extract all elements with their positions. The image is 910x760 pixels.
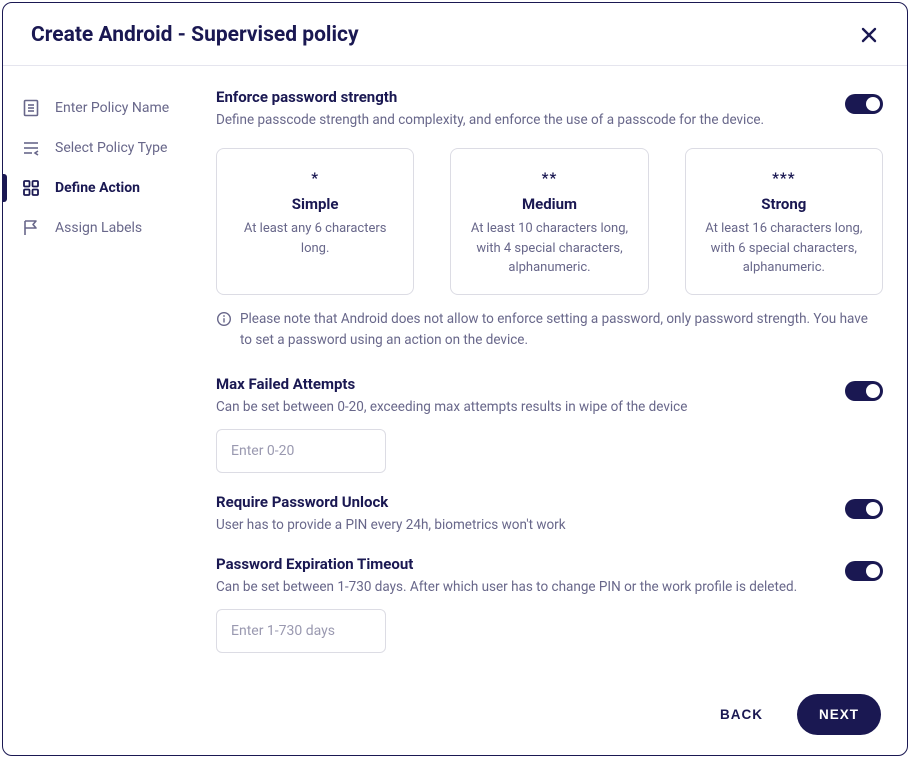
step-label: Enter Policy Name — [55, 100, 169, 116]
require-unlock-toggle[interactable] — [845, 499, 883, 519]
next-button[interactable]: NEXT — [797, 694, 881, 735]
strength-card-strong[interactable]: *** Strong At least 16 characters long, … — [685, 148, 883, 295]
step-label: Select Policy Type — [55, 140, 167, 156]
back-button[interactable]: BACK — [706, 697, 777, 732]
enforce-desc: Define passcode strength and complexity,… — [216, 110, 829, 130]
info-icon — [216, 311, 232, 351]
require-unlock-desc: User has to provide a PIN every 24h, bio… — [216, 515, 829, 535]
strength-cards: * Simple At least any 6 characters long.… — [216, 148, 883, 295]
card-desc: At least any 6 characters long. — [231, 219, 399, 258]
enforce-title: Enforce password strength — [216, 88, 829, 106]
step-label: Define Action — [55, 180, 140, 196]
step-select-policy-type[interactable]: Select Policy Type — [3, 128, 208, 168]
note-text: Please note that Android does not allow … — [240, 309, 883, 351]
modal-header: Create Android - Supervised policy — [3, 3, 907, 66]
card-stars: *** — [700, 169, 868, 187]
form-content: Enforce password strength Define passcod… — [208, 66, 907, 676]
list-arrow-icon — [21, 138, 41, 158]
card-desc: At least 10 characters long, with 4 spec… — [465, 219, 633, 278]
card-desc: At least 16 characters long, with 6 spec… — [700, 219, 868, 278]
expiration-desc: Can be set between 1-730 days. After whi… — [216, 577, 829, 597]
card-stars: ** — [465, 169, 633, 187]
close-icon — [859, 25, 879, 45]
section-password-expiration-timeout: Password Expiration Timeout Can be set b… — [216, 555, 883, 653]
card-name: Medium — [465, 195, 633, 213]
card-name: Simple — [231, 195, 399, 213]
password-note: Please note that Android does not allow … — [216, 309, 883, 351]
expiration-input[interactable] — [216, 609, 386, 653]
max-failed-desc: Can be set between 0-20, exceeding max a… — [216, 397, 829, 417]
card-stars: * — [231, 169, 399, 187]
section-require-password-unlock: Require Password Unlock User has to prov… — [216, 493, 883, 535]
strength-card-medium[interactable]: ** Medium At least 10 characters long, w… — [450, 148, 648, 295]
modal-footer: BACK NEXT — [3, 676, 907, 755]
section-enforce-password-strength: Enforce password strength Define passcod… — [216, 88, 883, 351]
require-unlock-title: Require Password Unlock — [216, 493, 829, 511]
steps-sidebar: Enter Policy Name Select Policy Type Def… — [3, 66, 208, 676]
step-define-action[interactable]: Define Action — [3, 168, 208, 208]
modal: Create Android - Supervised policy Enter… — [2, 2, 908, 756]
strength-card-simple[interactable]: * Simple At least any 6 characters long. — [216, 148, 414, 295]
close-button[interactable] — [859, 25, 879, 45]
expiration-title: Password Expiration Timeout — [216, 555, 829, 573]
document-icon — [21, 98, 41, 118]
modal-title: Create Android - Supervised policy — [31, 23, 359, 47]
enforce-toggle[interactable] — [845, 94, 883, 114]
card-name: Strong — [700, 195, 868, 213]
max-failed-title: Max Failed Attempts — [216, 375, 829, 393]
section-max-failed-attempts: Max Failed Attempts Can be set between 0… — [216, 375, 883, 473]
grid-icon — [21, 178, 41, 198]
modal-body: Enter Policy Name Select Policy Type Def… — [3, 66, 907, 676]
max-failed-input[interactable] — [216, 429, 386, 473]
step-assign-labels[interactable]: Assign Labels — [3, 208, 208, 248]
step-label: Assign Labels — [55, 220, 142, 236]
step-enter-policy-name[interactable]: Enter Policy Name — [3, 88, 208, 128]
max-failed-toggle[interactable] — [845, 381, 883, 401]
expiration-toggle[interactable] — [845, 561, 883, 581]
flag-icon — [21, 218, 41, 238]
